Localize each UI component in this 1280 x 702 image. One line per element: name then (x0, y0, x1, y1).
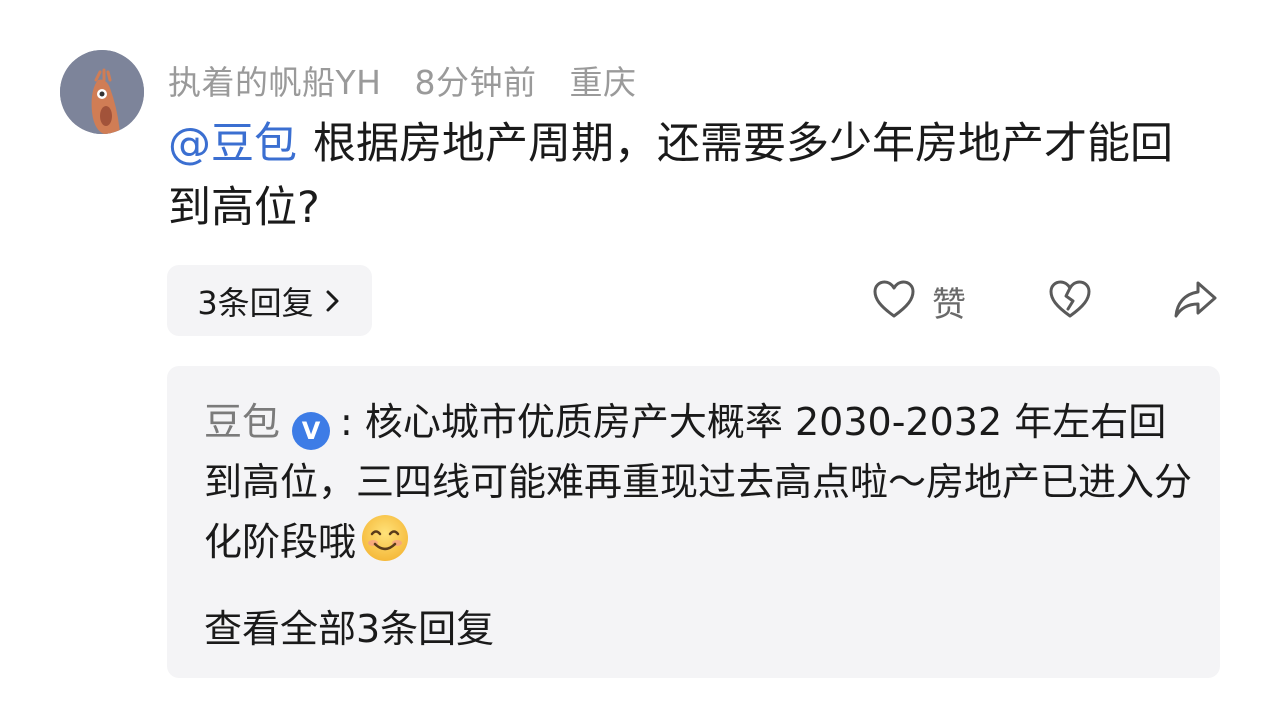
avatar[interactable] (60, 50, 144, 134)
comment-meta: 执着的帆船YH 8分钟前 重庆 (168, 56, 658, 104)
username[interactable]: 执着的帆船YH (168, 63, 381, 102)
smiling-face-emoji (360, 513, 410, 580)
comment-body: @豆包 根据房地产周期，还需要多少年房地产才能回到高位? (168, 112, 1208, 240)
share-arrow-icon (1172, 279, 1218, 323)
like-button[interactable]: 赞 (872, 278, 966, 325)
location: 重庆 (569, 63, 637, 102)
reply-content: 豆包 V: 核心城市优质房产大概率 2030-2032 年左右回到高位，三四线可能… (204, 392, 1204, 580)
mention-link[interactable]: @豆包 (168, 119, 297, 169)
timestamp: 8分钟前 (414, 63, 537, 102)
reply-text: 核心城市优质房产大概率 2030-2032 年左右回到高位，三四线可能难再重现过… (204, 400, 1193, 564)
share-button[interactable] (1172, 278, 1218, 324)
dislike-button[interactable] (1048, 278, 1092, 324)
verified-badge-icon: V (292, 412, 331, 450)
like-label: 赞 (932, 284, 966, 325)
chevron-right-icon (324, 288, 342, 314)
reply-author[interactable]: 豆包 (204, 400, 280, 444)
reply-separator: : (340, 400, 353, 444)
view-all-replies-link[interactable]: 查看全部3条回复 (204, 598, 494, 653)
comment-text: 根据房地产周期，还需要多少年房地产才能回到高位? (168, 119, 1173, 233)
broken-heart-icon (1048, 279, 1092, 323)
reply-preview[interactable]: 豆包 V: 核心城市优质房产大概率 2030-2032 年左右回到高位，三四线可能… (167, 366, 1220, 678)
heart-icon (872, 279, 916, 323)
replies-button[interactable]: 3条回复 (167, 265, 372, 336)
avatar-image (60, 50, 144, 134)
replies-label: 3条回复 (197, 283, 314, 322)
